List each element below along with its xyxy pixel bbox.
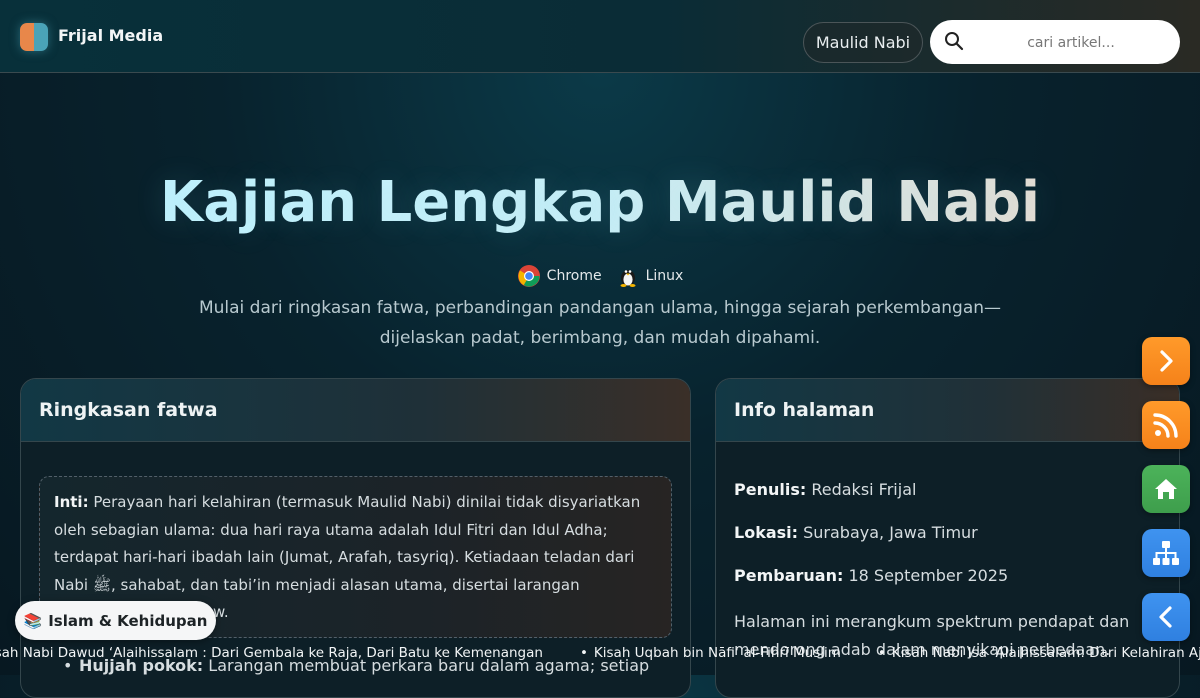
fatwa-core-label: Inti:	[54, 493, 89, 511]
subtitle-line-2: dijelaskan padat, berimbang, dan mudah d…	[379, 328, 821, 348]
linux-icon	[620, 270, 636, 287]
sitemap-button[interactable]	[1142, 529, 1190, 577]
browser-label-chrome: Chrome	[546, 268, 602, 284]
subtitle-line-1: Mulai dari ringkasan fatwa, perbandingan…	[198, 298, 1002, 318]
search-box[interactable]	[930, 20, 1180, 64]
chevron-left-icon	[1159, 606, 1172, 628]
category-chip[interactable]: 📚 Islam & Kehidupan	[15, 601, 216, 640]
location-value: Surabaya, Jawa Timur	[803, 523, 978, 542]
updated-label: Pembaruan:	[734, 566, 844, 585]
home-button[interactable]	[1142, 465, 1190, 513]
ticker-item[interactable]: Kisah Nabi Isa ‘Alaihissalam: Dari Kelah…	[892, 645, 1200, 661]
fatwa-card-title: Ringkasan fatwa	[21, 379, 690, 442]
info-updated: Pembaruan: 18 September 2025	[734, 566, 1008, 585]
books-icon: 📚	[23, 611, 43, 630]
search-input[interactable]	[974, 28, 1168, 58]
search-icon[interactable]	[944, 31, 964, 51]
sitemap-icon	[1153, 541, 1179, 565]
updated-value: 18 September 2025	[848, 566, 1009, 585]
home-icon	[1155, 479, 1177, 499]
ticker-item[interactable]: Kisah Nabi Dawud ‘Alaihissalam : Dari Ge…	[0, 645, 543, 661]
ticker-separator: •	[877, 645, 886, 661]
chrome-icon	[517, 265, 540, 287]
info-location: Lokasi: Surabaya, Jawa Timur	[734, 523, 978, 542]
rss-icon	[1153, 413, 1178, 438]
next-button[interactable]	[1142, 337, 1190, 385]
news-ticker: Kisah Nabi Dawud ‘Alaihissalam : Dari Ge…	[0, 644, 1200, 664]
browser-badge-linux: Linux	[616, 264, 684, 288]
category-label: Islam & Kehidupan	[48, 611, 208, 630]
browser-badges: Chrome Linux	[0, 264, 1200, 288]
page-subtitle: Mulai dari ringkasan fatwa, perbandingan…	[150, 293, 1050, 353]
back-button[interactable]	[1142, 593, 1190, 641]
ticker-track: Kisah Nabi Dawud ‘Alaihissalam : Dari Ge…	[0, 645, 1200, 661]
site-header: Frijal Media Maulid Nabi	[0, 0, 1200, 73]
ticker-separator: •	[579, 645, 588, 661]
rss-button[interactable]	[1142, 401, 1190, 449]
ticker-item[interactable]: Kisah Uqbah bin Nāfi‘ al-Fihrī Muslim	[594, 645, 841, 661]
chevron-right-icon	[1160, 350, 1173, 372]
location-label: Lokasi:	[734, 523, 799, 542]
nav-pill-maulid-nabi[interactable]: Maulid Nabi	[803, 22, 923, 63]
page-title: Kajian Lengkap Maulid Nabi	[0, 168, 1200, 238]
logo-icon[interactable]	[20, 23, 48, 51]
browser-label-linux: Linux	[645, 268, 684, 284]
site-name[interactable]: Frijal Media	[58, 26, 163, 45]
info-card-title: Info halaman	[716, 379, 1179, 442]
browser-badge-chrome: Chrome	[517, 264, 602, 288]
author-label: Penulis:	[734, 480, 807, 499]
info-author: Penulis: Redaksi Frijal	[734, 480, 916, 499]
author-value: Redaksi Frijal	[811, 480, 917, 499]
